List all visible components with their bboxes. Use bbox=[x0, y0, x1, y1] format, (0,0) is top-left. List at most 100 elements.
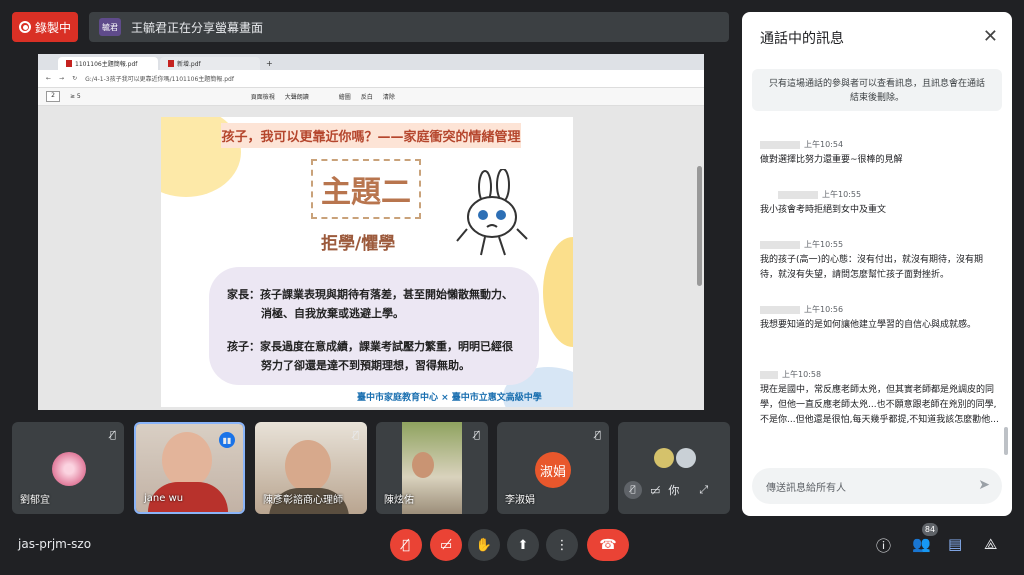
toolbar-item: 大聲朗讀 bbox=[284, 94, 309, 101]
chat-message: 上午10:56 我想要知道的是如何讓他建立學習的自信心與成就感。 bbox=[760, 305, 977, 330]
presenter-avatar: 毓君 bbox=[99, 18, 121, 36]
pdf-viewer: 孩子，我可以更靠近你嗎？——家庭衝突的情緒管理 主題二 拒學/懼學 家長：孩子課… bbox=[38, 106, 704, 410]
participant-tile[interactable]: 🎙̸ 陳炫佑 bbox=[376, 422, 488, 514]
present-icon: ⬆ bbox=[517, 537, 529, 553]
mic-toggle-button[interactable]: 🎙̸ bbox=[390, 529, 422, 561]
browser-tab: 新增.pdf bbox=[160, 57, 260, 70]
person-face bbox=[412, 452, 434, 478]
sender-name bbox=[778, 190, 818, 199]
browser-tab: 1101106主題簡報.pdf bbox=[58, 57, 158, 70]
hang-up-icon: ☎ bbox=[599, 537, 617, 553]
slide-footer: 臺中市家庭教育中心 × 臺中市立惠文高級中學 bbox=[357, 393, 542, 403]
leave-call-button[interactable]: ☎ bbox=[587, 529, 629, 561]
chat-message: 上午10:58 現在是國中，常反應老師太兇，但其實老師都是兇調皮的同學，但他一直… bbox=[760, 370, 999, 425]
child-text: 努力了卻還是達不到預期理想，習得無助。 bbox=[261, 359, 470, 372]
sender-name bbox=[760, 240, 800, 249]
slide-page: 孩子，我可以更靠近你嗎？——家庭衝突的情緒管理 主題二 拒學/懼學 家長：孩子課… bbox=[161, 117, 573, 407]
mic-off-icon: 🎙̸ bbox=[402, 537, 410, 553]
participant-tile[interactable]: 🎙̸ 陳彥彰諮商心理師 bbox=[255, 422, 367, 514]
recording-badge[interactable]: 錄製中 bbox=[12, 12, 78, 42]
chat-message: 上午10:55 我小孩會考時拒絕到女中及重文 bbox=[760, 190, 887, 215]
chat-icon[interactable]: ▤ bbox=[948, 535, 962, 553]
mic-off-icon: 🎙̸ bbox=[594, 430, 601, 441]
address-url: G:/4-1-3孩子我可以更靠近你嗎/1101106主題簡報.pdf bbox=[85, 76, 234, 83]
forward-icon: → bbox=[59, 75, 65, 82]
avatar: 淑娟 bbox=[535, 452, 571, 488]
participant-name: jane wu bbox=[144, 493, 184, 504]
camera-off-icon: ▭̸ bbox=[439, 537, 453, 553]
mic-off-icon: 🎙̸ bbox=[473, 430, 480, 441]
slide-subtopic: 拒學/懼學 bbox=[321, 234, 396, 254]
pdf-scrollbar bbox=[697, 166, 702, 286]
toolbar-item: 反白 bbox=[360, 94, 373, 101]
chat-input[interactable]: 傳送訊息給所有人 ➤ bbox=[752, 468, 1002, 504]
sender-name bbox=[760, 140, 800, 149]
close-icon[interactable]: ✕ bbox=[983, 26, 998, 47]
slide-title: 孩子，我可以更靠近你嗎？——家庭衝突的情緒管理 bbox=[221, 123, 521, 148]
mic-off-icon: 🎙̸ bbox=[352, 430, 359, 441]
camera-off-icon[interactable]: ▭̸ bbox=[650, 484, 660, 497]
avatar bbox=[52, 452, 86, 486]
presentation-text: 王毓君正在分享螢幕畫面 bbox=[131, 20, 264, 35]
more-options-button[interactable]: ⋮ bbox=[546, 529, 578, 561]
chat-notice: 只有這場通話的參與者可以查看訊息，且訊息會在通話結束後刪除。 bbox=[752, 69, 1002, 111]
participant-name: 李淑娟 bbox=[505, 495, 535, 506]
meeting-code: jas-prjm-szo bbox=[18, 537, 92, 551]
parent-text: 消極、自我放棄或逃避上學。 bbox=[261, 307, 404, 320]
chat-scrollbar[interactable] bbox=[1004, 427, 1008, 455]
self-tile[interactable]: 🎙̸ ▭̸ 你 ⤢ bbox=[618, 422, 730, 514]
mic-off-icon: 🎙̸ bbox=[109, 430, 116, 441]
toolbar-item: 清除 bbox=[382, 94, 395, 101]
send-icon[interactable]: ➤ bbox=[978, 477, 990, 493]
pdf-icon bbox=[66, 60, 72, 67]
present-button[interactable]: ⬆ bbox=[507, 529, 539, 561]
toolbar-item: 繪圖 bbox=[338, 94, 351, 101]
presentation-banner: 毓君 王毓君正在分享螢幕畫面 bbox=[89, 12, 729, 42]
back-icon: ← bbox=[46, 75, 52, 82]
participant-count: 84 bbox=[922, 523, 938, 536]
chat-panel: 通話中的訊息 ✕ 只有這場通話的參與者可以查看訊息，且訊息會在通話結束後刪除。 … bbox=[742, 12, 1012, 516]
parent-text: 家長：孩子課業表現與期待有落差，甚至開始懶散無動力、 bbox=[227, 288, 513, 301]
browser-address-bar: ← → ↻ G:/4-1-3孩子我可以更靠近你嗎/1101106主題簡報.pdf bbox=[38, 70, 704, 88]
pdf-icon bbox=[168, 60, 174, 67]
page-number: 2 bbox=[46, 91, 60, 102]
participant-name: 你 bbox=[668, 484, 680, 497]
slide-topic: 主題二 bbox=[311, 159, 421, 219]
record-icon bbox=[19, 21, 31, 33]
person-face bbox=[285, 440, 331, 492]
chat-message: 上午10:55 我的孩子(高一)的心態：沒有付出，就沒有期待，沒有期待，就沒有失… bbox=[760, 240, 984, 280]
person-face bbox=[162, 432, 212, 488]
avatar bbox=[654, 448, 674, 468]
participant-name: 陳炫佑 bbox=[384, 495, 414, 506]
activities-icon[interactable]: ⟁ bbox=[984, 535, 997, 553]
expand-icon[interactable]: ⤢ bbox=[699, 483, 708, 497]
participant-tile[interactable]: 🎙̸ 劉郁宜 bbox=[12, 422, 124, 514]
raise-hand-button[interactable]: ✋ bbox=[468, 529, 500, 561]
participant-name: 劉郁宜 bbox=[20, 495, 50, 506]
participant-tile[interactable]: 淑娟 🎙̸ 李淑娟 bbox=[497, 422, 609, 514]
more-vert-icon: ⋮ bbox=[555, 537, 569, 553]
self-controls: 🎙̸ ▭̸ 你 ⤢ bbox=[618, 476, 730, 504]
info-icon[interactable]: ⓘ bbox=[876, 535, 891, 556]
child-text: 孩子：家長過度在意成績，課業考試壓力繁重，明明已經很 bbox=[227, 340, 513, 353]
toolbar-item: 頁面檢視 bbox=[250, 94, 275, 101]
new-tab-icon: + bbox=[266, 59, 273, 68]
pdf-toolbar: 2 ≥ 5 頁面檢視 大聲朗讀 繪圖 反白 清除 bbox=[38, 88, 704, 106]
chat-title: 通話中的訊息 bbox=[760, 31, 844, 47]
camera-toggle-button[interactable]: ▭̸ bbox=[430, 529, 462, 561]
page-total: ≥ 5 bbox=[70, 93, 81, 100]
avatar bbox=[676, 448, 696, 468]
mic-off-icon[interactable]: 🎙̸ bbox=[624, 481, 642, 499]
decor-blob bbox=[543, 237, 573, 347]
recording-label: 錄製中 bbox=[35, 20, 72, 35]
chat-message: 上午10:54 做對選擇比努力還重要~很棒的見解 bbox=[760, 140, 903, 165]
people-icon[interactable]: 👥 bbox=[912, 535, 931, 553]
speaking-icon: ▮▮ bbox=[219, 432, 235, 448]
shared-screen: 1101106主題簡報.pdf 新增.pdf + ← → ↻ G:/4-1-3孩… bbox=[38, 54, 704, 410]
participant-tile[interactable]: ▮▮ jane wu bbox=[134, 422, 245, 514]
reload-icon: ↻ bbox=[72, 75, 78, 82]
participant-name: 陳彥彰諮商心理師 bbox=[263, 495, 343, 506]
sender-name bbox=[760, 370, 778, 379]
sender-name bbox=[760, 305, 800, 314]
chat-input-placeholder: 傳送訊息給所有人 bbox=[766, 482, 846, 494]
